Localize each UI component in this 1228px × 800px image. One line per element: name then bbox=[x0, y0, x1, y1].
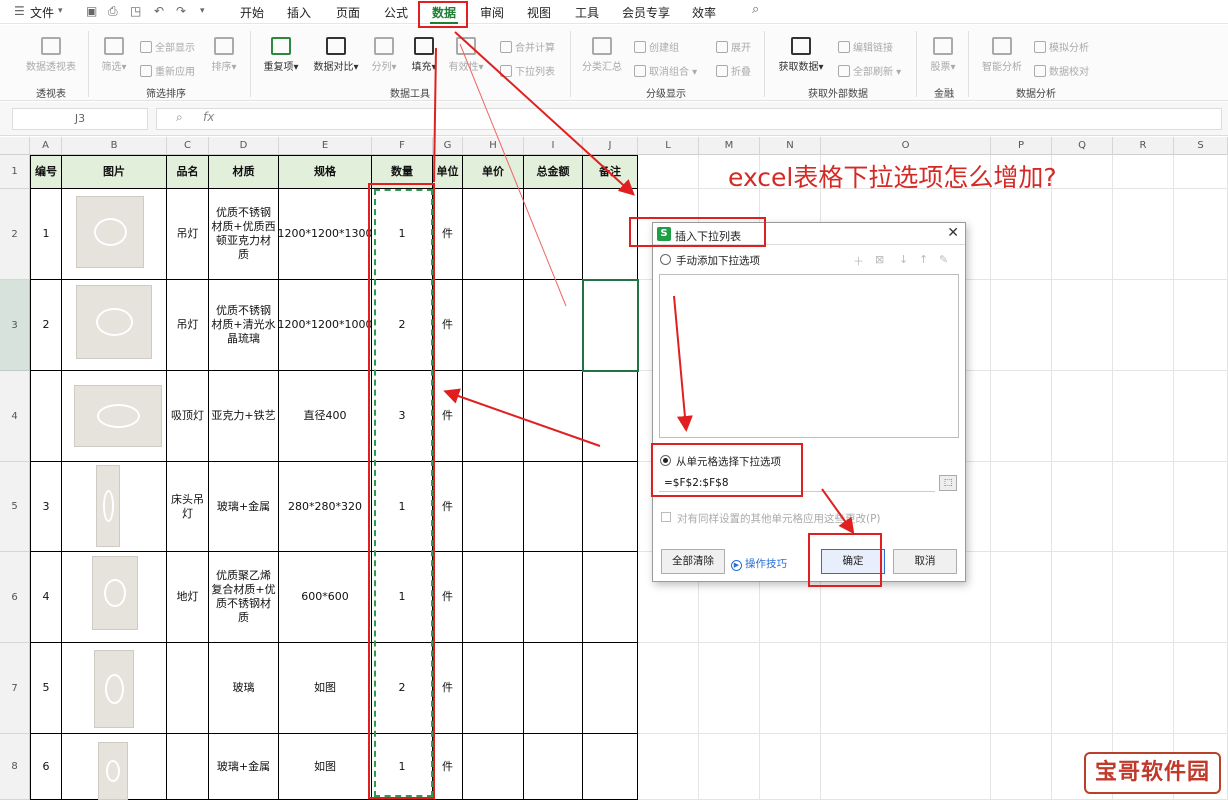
arrow-to-dialog bbox=[454, 31, 635, 196]
thin-guide-line bbox=[459, 43, 567, 307]
arrow-to-quantity bbox=[443, 388, 601, 447]
annotation-arrows bbox=[433, 31, 855, 535]
arrow-stem bbox=[433, 47, 437, 183]
watermark-logo: 宝哥软件园 bbox=[1084, 752, 1221, 794]
arrow-to-ok bbox=[821, 488, 855, 535]
arrow-to-option bbox=[673, 295, 693, 432]
